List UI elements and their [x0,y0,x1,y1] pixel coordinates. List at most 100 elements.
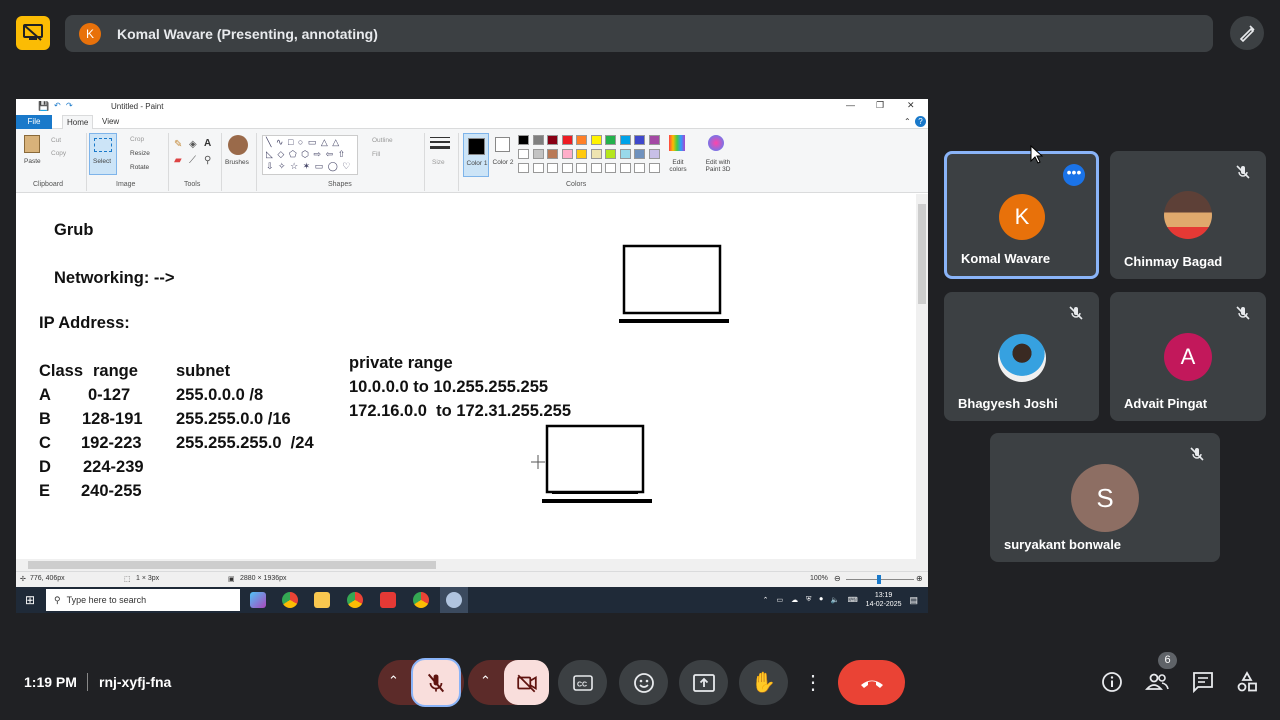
save-icon[interactable]: 💾 [38,101,49,112]
people-button[interactable] [1144,670,1172,694]
color2-swatch[interactable] [495,137,510,152]
palette-swatch-empty[interactable] [648,163,660,173]
taskbar-clock[interactable]: 13:19 14-02-2025 [866,591,902,609]
chrome-profile-icon[interactable] [347,592,363,608]
captions-button[interactable]: CC [558,660,607,705]
edit-colors-icon[interactable] [669,135,685,151]
crop-button[interactable]: Crop [130,136,144,143]
palette-swatch[interactable] [518,135,529,145]
mic-toggle-button[interactable] [411,658,461,707]
edit-colors-button[interactable]: Edit colors [666,159,690,173]
shield-icon[interactable]: ⛨ [806,596,811,604]
palette-swatch-empty[interactable] [605,163,616,173]
resize-button[interactable]: Resize [130,150,150,157]
mic-icon[interactable]: ⏺ [819,596,823,604]
magnifier-icon[interactable]: ⚲ [204,155,211,166]
tab-view[interactable]: View [102,115,119,129]
outline-button[interactable]: Outline [372,137,393,144]
vertical-scroll-thumb[interactable] [918,204,926,304]
paint3d-icon[interactable] [708,135,724,151]
color-palette[interactable] [518,135,668,180]
palette-swatch-empty[interactable] [590,163,602,173]
paste-label[interactable]: Paste [24,158,41,165]
activities-button[interactable] [1235,670,1259,694]
copy-button[interactable]: Copy [51,150,66,157]
palette-swatch[interactable] [634,135,645,145]
participant-tile-bhagyesh[interactable]: Bhagyesh Joshi [944,292,1099,421]
palette-swatch[interactable] [576,149,587,159]
volume-icon[interactable]: 🔈 [831,596,840,604]
raise-hand-button[interactable]: ✋ [739,660,788,705]
participant-tile-advait[interactable]: A Advait Pingat [1110,292,1266,421]
close-icon[interactable]: ✕ [907,100,915,111]
minimize-icon[interactable]: — [846,100,855,110]
palette-swatch[interactable] [634,149,645,159]
fill-bucket-icon[interactable]: ◈ [189,139,197,150]
palette-swatch-empty[interactable] [634,163,645,173]
eraser-icon[interactable]: ▰ [174,155,182,166]
meet-screenshare-icon[interactable] [16,16,50,50]
file-explorer-icon[interactable] [314,592,330,608]
video-options-chevron-icon[interactable]: ⌃ [480,673,491,689]
palette-swatch[interactable] [547,135,558,145]
palette-swatch-empty[interactable] [619,163,631,173]
select-button[interactable]: Select [89,133,117,175]
palette-swatch[interactable] [532,149,544,159]
chrome-icon[interactable] [282,592,298,608]
chrome-alt-icon[interactable] [413,592,429,608]
cloud-icon[interactable]: ☁ [791,596,798,604]
horizontal-scroll-thumb[interactable] [28,561,436,569]
text-tool-icon[interactable]: A [204,138,211,149]
tab-file[interactable]: File [16,115,52,129]
zoom-in-icon[interactable]: ⊕ [916,574,923,583]
palette-swatch[interactable] [518,149,529,159]
redo-icon[interactable]: ↷ [66,101,73,110]
palette-swatch[interactable] [576,135,587,145]
palette-swatch[interactable] [605,149,616,159]
palette-swatch[interactable] [590,149,602,159]
present-screen-button[interactable] [679,660,728,705]
edit-paint3d-button[interactable]: Edit with Paint 3D [698,159,738,173]
vertical-scrollbar[interactable] [916,194,928,559]
palette-swatch-empty[interactable] [576,163,587,173]
taskbar-search[interactable]: ⚲ Type here to search [46,589,240,611]
palette-swatch[interactable] [561,149,573,159]
reactions-button[interactable] [619,660,668,705]
network-icon[interactable]: ▭ [776,596,783,604]
palette-swatch-empty[interactable] [547,163,558,173]
copilot-icon[interactable] [250,592,266,608]
more-options-icon[interactable]: ••• [1063,164,1085,186]
brushes-button[interactable]: Brushes [225,159,249,166]
palette-swatch-empty[interactable] [518,163,529,173]
zoom-slider-thumb[interactable] [877,575,881,584]
camera-toggle-button[interactable] [504,660,549,705]
participant-tile-chinmay[interactable]: Chinmay Bagad [1110,151,1266,279]
rotate-button[interactable]: Rotate [130,164,149,171]
palette-swatch[interactable] [561,135,573,145]
size-icon[interactable] [430,137,450,151]
shapes-gallery[interactable]: ╲ ∿ □ ○ ▭ △ △ ◺ ◇ ⬠ ⬡ ⇨ ⇦ ⇧ ⇩ ✧ ☆ ✶ ▭ ◯ ♡ [262,135,358,175]
horizontal-scrollbar[interactable] [16,559,928,571]
meeting-info-button[interactable] [1100,670,1124,694]
color1-button[interactable]: Color 1 [463,133,489,177]
palette-swatch[interactable] [590,135,602,145]
windows-start-icon[interactable]: ⊞ [25,593,35,607]
help-icon[interactable]: ? [915,116,926,127]
participant-tile-suryakant[interactable]: S suryakant bonwale [990,433,1220,562]
tray-chevron-icon[interactable]: ⌃ [763,596,769,604]
collapse-ribbon-icon[interactable]: ⌃ [904,117,911,126]
palette-swatch[interactable] [605,135,616,145]
notification-icon[interactable]: ▤ [909,595,918,606]
paint-canvas[interactable]: Grub Networking: --> IP Address: Class r… [19,196,915,558]
annotate-pen-icon[interactable] [1230,16,1264,50]
audio-options-chevron-icon[interactable]: ⌃ [388,673,399,689]
palette-swatch[interactable] [532,135,544,145]
acrobat-icon[interactable] [380,592,396,608]
palette-swatch[interactable] [547,149,558,159]
tab-home[interactable]: Home [62,115,94,129]
pencil-icon[interactable]: ✎ [174,139,182,150]
palette-swatch[interactable] [648,135,660,145]
cut-button[interactable]: Cut [51,137,61,144]
chat-button[interactable] [1191,670,1215,694]
paste-icon[interactable] [24,135,40,153]
